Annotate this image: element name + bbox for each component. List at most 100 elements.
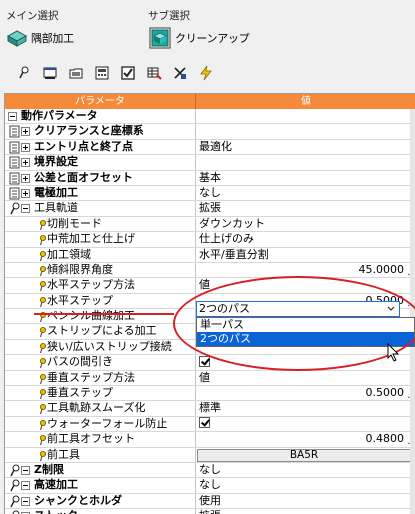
table-row[interactable]: シャンクとホルダ 使用 [5, 493, 415, 510]
param-value-cell[interactable]: 0.4800ƒ [196, 432, 415, 446]
param-name-cell: 公差と面オフセット [5, 170, 196, 185]
checkbox-icon[interactable] [118, 63, 138, 83]
table-row[interactable]: 前工具オフセット 0.4800ƒ [5, 432, 415, 448]
collapse-icon[interactable] [8, 112, 17, 121]
param-label: 切削モード [47, 216, 102, 230]
param-name-cell: 工具軌跡スムーズ化 [5, 401, 196, 416]
param-pin-icon [39, 327, 46, 338]
expand-icon[interactable] [21, 127, 30, 137]
page-icon [9, 141, 20, 154]
param-value-cell[interactable]: 拡張 [196, 509, 415, 514]
param-label: ストリップによる加工 [47, 324, 157, 338]
param-name-cell: クリアランスと座標系 [5, 124, 196, 139]
expand-icon[interactable] [21, 142, 30, 152]
table-row[interactable]: 公差と面オフセット 基本 [5, 170, 415, 186]
table-row[interactable]: 工具軌道 拡張 [5, 201, 415, 217]
param-value-cell[interactable]: なし [196, 463, 415, 477]
grid-header: パラメータ 値 [5, 94, 415, 109]
param-value-cell[interactable]: 拡張 [196, 201, 415, 215]
param-value-cell[interactable] [196, 417, 415, 431]
param-value-cell[interactable]: 仕上げのみ [196, 232, 415, 246]
table-row[interactable]: ウォーターフォール防止 [5, 416, 415, 433]
table-row[interactable]: 加工領域 水平/垂直分割 [5, 247, 415, 263]
param-name-cell: 中荒加工と仕上げ [5, 232, 196, 247]
table-row[interactable]: 境界設定 [5, 155, 415, 171]
param-value-cell[interactable]: 基本 [196, 171, 415, 185]
sub-select-button[interactable]: クリーンアップ [148, 26, 250, 50]
table-row[interactable]: 高速加工 なし [5, 478, 415, 494]
table-row[interactable]: 垂直ステップ方法 値 [5, 370, 415, 387]
param-value: 拡張 [199, 509, 221, 514]
grid-icon[interactable] [144, 63, 164, 83]
param-column-header: パラメータ [5, 94, 196, 109]
param-value-cell[interactable]: なし [196, 186, 415, 200]
param-pin-icon [39, 373, 46, 384]
param-name-cell: 垂直ステップ方法 [5, 370, 196, 386]
param-value-cell[interactable]: 0.5000ƒ [196, 386, 415, 400]
expand-icon[interactable] [21, 173, 30, 183]
table-row[interactable]: ストック 拡張 [5, 509, 415, 514]
param-label: 垂直ステップ方法 [47, 370, 135, 384]
toolbar [14, 62, 216, 84]
collapse-icon[interactable] [21, 465, 30, 475]
window-icon[interactable] [40, 63, 60, 83]
table-row[interactable]: 動作パラメータ [5, 109, 415, 125]
param-value: なし [199, 462, 221, 476]
param-name-cell: 前工具 [5, 447, 196, 462]
param-name-cell: 境界設定 [5, 155, 196, 170]
collapse-icon[interactable] [21, 496, 30, 506]
param-label: 境界設定 [34, 155, 78, 169]
param-pin-icon [39, 389, 46, 400]
bolt-icon[interactable] [196, 63, 216, 83]
param-value-cell[interactable] [196, 155, 415, 169]
param-value-cell[interactable]: 標準 [196, 401, 415, 415]
calculator-icon[interactable] [92, 63, 112, 83]
expand-icon[interactable] [21, 158, 30, 168]
table-row[interactable]: 傾斜限界角度45.0000ƒ [5, 262, 415, 279]
table-row[interactable]: クリアランスと座標系 [5, 124, 415, 140]
checkbox[interactable] [199, 355, 210, 367]
folder-icon[interactable] [66, 63, 86, 83]
pin-icon[interactable] [14, 63, 34, 83]
tool-icon[interactable] [170, 63, 190, 83]
param-value-cell[interactable] [196, 109, 415, 123]
param-value-cell[interactable]: BA5R [196, 448, 415, 462]
param-value-cell[interactable]: 水平/垂直分割 [196, 248, 415, 262]
pin-icon [10, 495, 20, 508]
param-value-cell[interactable]: 値 [196, 371, 415, 385]
table-row[interactable]: 切削モード ダウンカット [5, 216, 415, 233]
value-column-header: 値 [301, 96, 311, 107]
param-name-cell: 前工具オフセット [5, 432, 196, 447]
collapse-icon[interactable] [21, 481, 30, 491]
main-select-button[interactable]: 隅部加工 [6, 26, 74, 50]
param-name-cell: ストリップによる加工 [5, 324, 196, 339]
table-row[interactable]: 電極加工 なし [5, 185, 415, 202]
expand-icon[interactable] [21, 188, 30, 198]
param-value-cell[interactable] [196, 124, 415, 138]
param-value-cell[interactable]: なし [196, 478, 415, 492]
param-value: 水平/垂直分割 [199, 247, 269, 261]
table-row[interactable]: 前工具 BA5R [5, 447, 415, 463]
table-row[interactable]: エントリ点と終了点 最適化 [5, 139, 415, 156]
table-row[interactable]: 工具軌跡スムーズ化 標準 [5, 401, 415, 417]
param-name-cell: パスの間引き [5, 355, 196, 370]
pin-icon [10, 479, 20, 492]
pin-icon [10, 464, 20, 477]
param-value-cell[interactable]: 使用 [196, 494, 415, 508]
param-value-cell[interactable]: ダウンカット [196, 217, 415, 231]
param-pin-icon [39, 358, 46, 369]
tool-select-button[interactable]: BA5R [197, 448, 411, 462]
param-value-cell[interactable]: 最適化 [196, 140, 415, 154]
param-pin-icon [39, 281, 46, 292]
param-pin-icon [39, 450, 46, 461]
param-name-cell: 電極加工 [5, 185, 196, 201]
table-row[interactable]: 中荒加工と仕上げ 仕上げのみ [5, 232, 415, 248]
param-label: 水平ステップ [47, 293, 113, 307]
param-label: 電極加工 [34, 185, 78, 199]
param-pin-icon [39, 250, 46, 261]
param-name-cell: 工具軌道 [5, 201, 196, 216]
collapse-icon[interactable] [21, 204, 30, 214]
checkbox[interactable] [199, 417, 210, 429]
table-row[interactable]: 垂直ステップ 0.5000ƒ [5, 386, 415, 402]
table-row[interactable]: Z制限 なし [5, 462, 415, 479]
